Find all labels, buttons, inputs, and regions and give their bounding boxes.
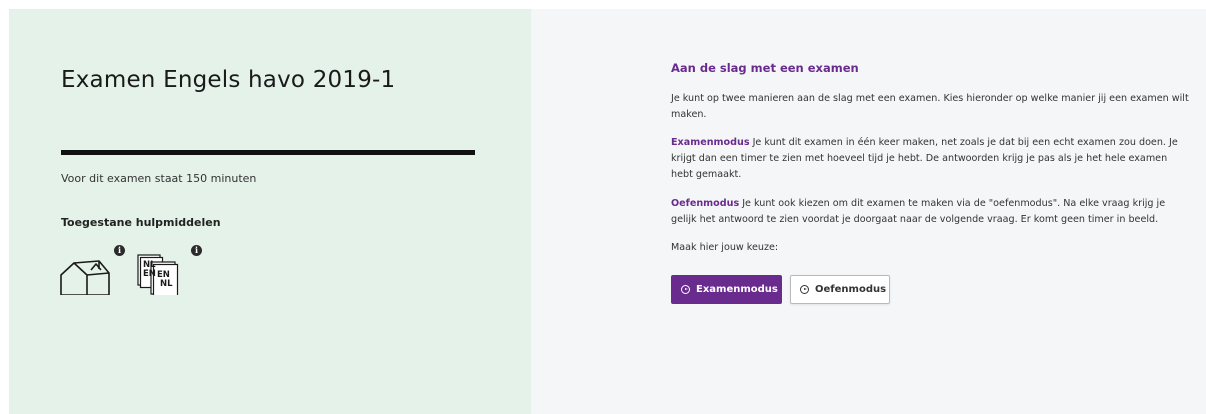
dictionary-label-nl-bottom: NL [160,279,173,289]
play-circle-icon [800,285,809,294]
practice-mode-button[interactable]: Oefenmodus [790,275,890,304]
dictionary-aid-info-icon[interactable]: i [191,245,202,256]
start-options-panel: Aan de slag met een examen Je kunt op tw… [531,9,1206,414]
exam-duration: Voor dit examen staat 150 minuten [61,172,257,185]
exam-info-panel: Examen Engels havo 2019-1 Voor dit exame… [9,9,531,414]
exam-mode-term: Examenmodus [671,137,750,148]
practice-mode-term: Oefenmodus [671,198,740,209]
dictionary-label-en-top: EN [143,269,156,279]
exam-mode-button-label: Examenmodus [696,284,778,295]
exam-mode-description: Examenmodus Je kunt dit examen in één ke… [671,135,1191,183]
title-divider [61,150,475,155]
practice-mode-button-label: Oefenmodus [815,284,887,295]
allowed-aids-heading: Toegestane hulpmiddelen [61,216,221,229]
practice-mode-text: Je kunt ook kiezen om dit examen te make… [671,198,1166,225]
exam-title: Examen Engels havo 2019-1 [61,67,396,93]
school-aid-info-icon[interactable]: i [114,245,125,256]
aid-school[interactable]: i [59,245,129,296]
exam-mode-button[interactable]: Examenmodus [671,275,782,304]
play-circle-icon [681,285,690,294]
aid-dictionary[interactable]: NL EN EN NL i [135,245,205,298]
practice-mode-description: Oefenmodus Je kunt ook kiezen om dit exa… [671,196,1191,228]
intro-text: Je kunt op twee manieren aan de slag met… [671,93,1189,120]
choice-prompt: Maak hier jouw keuze: [671,242,779,253]
exam-start-page: Examen Engels havo 2019-1 Voor dit exame… [0,0,1206,414]
start-heading: Aan de slag met een examen [671,61,859,75]
